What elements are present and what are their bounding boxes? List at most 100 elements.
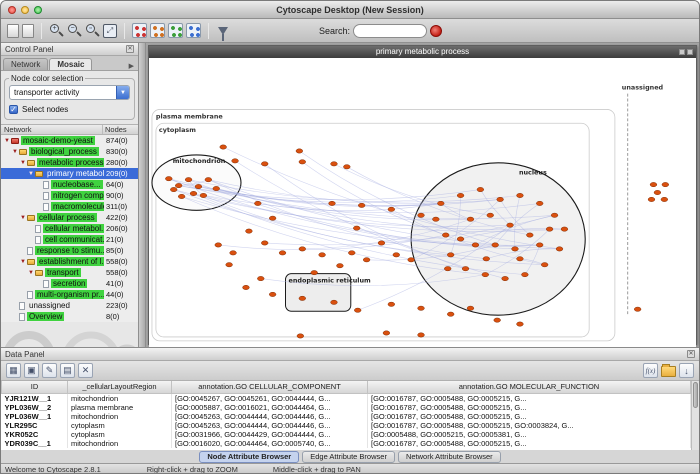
network-node[interactable] <box>546 227 553 231</box>
tab-edge-attribute-browser[interactable]: Edge Attribute Browser <box>302 451 395 463</box>
network-node[interactable] <box>507 223 514 227</box>
network-overview-icon[interactable] <box>186 23 201 38</box>
network-node[interactable] <box>650 182 657 186</box>
create-attribute-icon[interactable]: ▣ <box>24 363 39 378</box>
network-node[interactable] <box>299 160 306 164</box>
network-node[interactable] <box>215 243 222 247</box>
network-node[interactable] <box>467 306 474 310</box>
network-node[interactable] <box>243 285 250 289</box>
tree-row[interactable]: secretion41(0) <box>1 278 138 289</box>
network-node[interactable] <box>226 263 233 267</box>
network-node[interactable] <box>388 207 395 211</box>
tab-network-attribute-browser[interactable]: Network Attribute Browser <box>398 451 501 463</box>
network-node[interactable] <box>343 165 350 169</box>
network-node[interactable] <box>444 267 451 271</box>
destroy-network-view-icon[interactable] <box>150 23 165 38</box>
network-frame-titlebar[interactable]: primary metabolic process <box>149 46 696 58</box>
network-node[interactable] <box>418 333 425 337</box>
table-row[interactable]: YKR052Ccytoplasm[GO:0031966, GO:0044429,… <box>2 430 691 439</box>
network-node[interactable] <box>331 162 338 166</box>
table-scrollbar[interactable] <box>691 381 699 450</box>
network-node[interactable] <box>230 251 237 255</box>
network-node[interactable] <box>512 247 519 251</box>
save-session-icon[interactable] <box>22 24 34 38</box>
tree-row[interactable]: ▼biological_process830(0) <box>1 146 138 157</box>
tree-row[interactable]: response to stimu...85(0) <box>1 245 138 256</box>
network-node[interactable] <box>472 243 479 247</box>
network-node[interactable] <box>195 184 202 188</box>
network-node[interactable] <box>383 331 390 335</box>
network-node[interactable] <box>388 302 395 306</box>
open-session-icon[interactable] <box>7 24 19 38</box>
column-header[interactable]: annotation.GO CELLULAR_COMPONENT <box>172 381 368 393</box>
scrollbar-thumb[interactable] <box>693 382 698 408</box>
network-node[interactable] <box>494 318 501 322</box>
tree-row[interactable]: macromolecule...311(0) <box>1 201 138 212</box>
network-node[interactable] <box>477 187 484 191</box>
network-node[interactable] <box>378 241 385 245</box>
network-node[interactable] <box>297 334 304 338</box>
expander-icon[interactable]: ▼ <box>27 269 35 277</box>
network-node[interactable] <box>337 264 344 268</box>
table-row[interactable]: YDR039C__1mitochondrion[GO:0016020, GO:0… <box>2 439 691 448</box>
chevron-down-icon[interactable]: ▼ <box>116 86 129 99</box>
tree-row[interactable]: ▼primary metabol...209(0) <box>1 168 138 179</box>
network-node[interactable] <box>170 187 177 191</box>
expander-icon[interactable]: ▼ <box>19 159 27 167</box>
network-node[interactable] <box>418 306 425 310</box>
tab-scroll-right-icon[interactable]: ▶ <box>127 62 136 70</box>
filter-icon[interactable] <box>218 27 228 35</box>
network-node[interactable] <box>661 197 668 201</box>
attribute-select-icon[interactable]: ▦ <box>6 363 21 378</box>
network-node[interactable] <box>526 233 533 237</box>
tree-column-nodes[interactable]: Nodes <box>102 125 138 134</box>
network-node[interactable] <box>432 217 439 221</box>
network-node[interactable] <box>492 243 499 247</box>
network-node[interactable] <box>634 307 641 311</box>
network-node[interactable] <box>447 312 454 316</box>
titlebar[interactable]: Cytoscape Desktop (New Session) <box>1 1 699 19</box>
network-node[interactable] <box>299 296 306 300</box>
network-node[interactable] <box>551 213 558 217</box>
network-node[interactable] <box>185 177 192 181</box>
network-node[interactable] <box>354 308 361 312</box>
float-panel-icon[interactable]: ✕ <box>126 45 134 53</box>
expander-icon[interactable]: ▼ <box>3 137 11 145</box>
column-header[interactable]: ID <box>2 381 68 393</box>
network-node[interactable] <box>279 251 286 255</box>
tab-node-attribute-browser[interactable]: Node Attribute Browser <box>199 451 299 463</box>
network-node[interactable] <box>190 191 197 195</box>
network-node[interactable] <box>457 193 464 197</box>
network-node[interactable] <box>261 162 268 166</box>
zoom-in-icon[interactable]: + <box>49 23 64 38</box>
edit-attribute-icon[interactable]: ✎ <box>42 363 57 378</box>
network-node[interactable] <box>363 258 370 262</box>
network-node[interactable] <box>517 322 524 326</box>
tab-mosaic[interactable]: Mosaic <box>49 58 92 70</box>
network-node[interactable] <box>348 251 355 255</box>
create-network-view-icon[interactable] <box>132 23 147 38</box>
network-node[interactable] <box>517 193 524 197</box>
panel-splitter[interactable] <box>139 43 146 347</box>
network-node[interactable] <box>246 229 253 233</box>
network-node[interactable] <box>299 247 306 251</box>
network-node[interactable] <box>269 216 276 220</box>
select-nodes-row[interactable]: ✓ Select nodes <box>9 105 130 114</box>
network-node[interactable] <box>261 241 268 245</box>
network-node[interactable] <box>502 276 509 280</box>
network-node[interactable] <box>556 247 563 251</box>
frame-minimize-button[interactable] <box>679 49 685 55</box>
table-row[interactable]: YPL036W__1mitochondrion[GO:0045263, GO:0… <box>2 412 691 421</box>
network-node[interactable] <box>311 270 318 274</box>
network-node[interactable] <box>497 197 504 201</box>
network-node[interactable] <box>175 183 182 187</box>
network-node[interactable] <box>462 267 469 271</box>
clear-search-icon[interactable] <box>430 25 442 37</box>
tree-row[interactable]: multi-organism pr...44(0) <box>1 289 138 300</box>
network-node[interactable] <box>213 186 220 190</box>
table-row[interactable]: YLR295Ccytoplasm[GO:0045263, GO:0044444,… <box>2 421 691 430</box>
network-node[interactable] <box>482 272 489 276</box>
network-node[interactable] <box>457 237 464 241</box>
table-row[interactable]: YPL036W__2plasma membrane[GO:0005887, GO… <box>2 403 691 412</box>
network-node[interactable] <box>358 203 365 207</box>
